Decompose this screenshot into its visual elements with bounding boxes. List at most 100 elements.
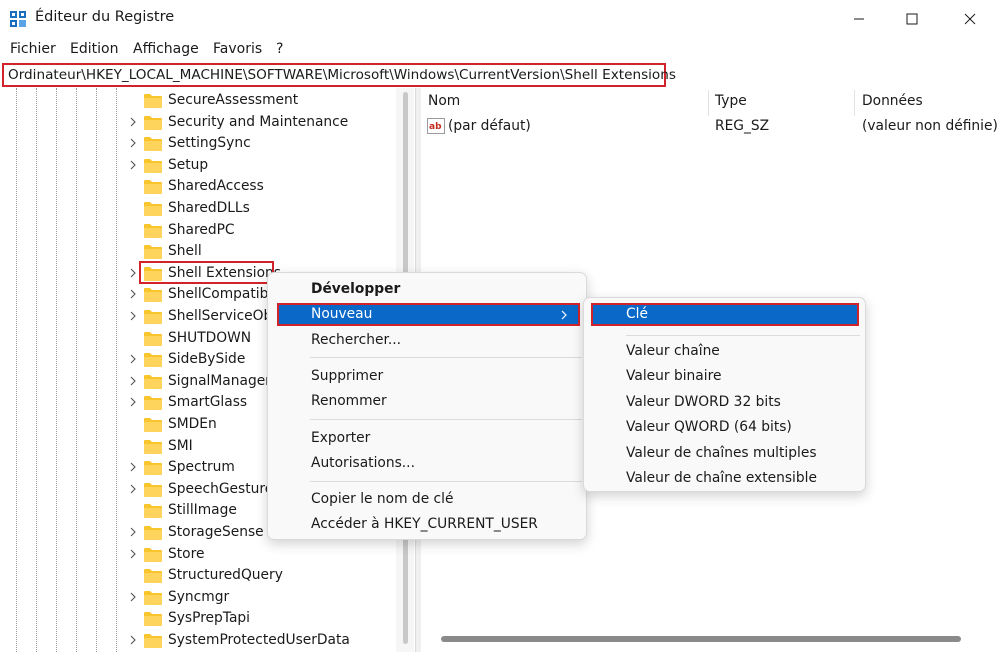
menu-item-valeur-chaines-multiples[interactable]: Valeur de chaînes multiples <box>584 443 865 465</box>
tree-item[interactable]: SharedAccess <box>0 176 395 197</box>
menu-affichage[interactable]: Affichage <box>133 41 199 57</box>
tree-item[interactable]: Shell <box>0 241 395 262</box>
menu-item-supprimer[interactable]: Supprimer <box>268 366 586 388</box>
menu-item-label: Valeur binaire <box>626 368 722 384</box>
menu-help[interactable]: ? <box>276 41 283 57</box>
chevron-right-icon[interactable] <box>128 396 138 408</box>
menu-item-valeur-binaire[interactable]: Valeur binaire <box>584 366 865 388</box>
tree-item-label: StillImage <box>168 502 237 519</box>
maximize-icon <box>906 13 918 25</box>
chevron-right-icon[interactable] <box>128 548 138 560</box>
chevron-right-icon[interactable] <box>128 116 138 128</box>
menu-item-valeur-chaine[interactable]: Valeur chaîne <box>584 341 865 363</box>
list-horizontal-scrollbar[interactable] <box>441 636 961 642</box>
tree-item-label: Security and Maintenance <box>168 113 349 130</box>
address-bar[interactable]: Ordinateur\HKEY_LOCAL_MACHINE\SOFTWARE\M… <box>2 63 676 87</box>
menu-item-cle[interactable]: Clé <box>591 303 859 326</box>
string-value-icon: ab <box>427 118 445 134</box>
menu-bar: Fichier Edition Affichage Favoris ? <box>0 38 1000 62</box>
maximize-button[interactable] <box>886 0 938 38</box>
chevron-right-icon[interactable] <box>128 310 138 322</box>
folder-icon <box>144 137 162 152</box>
tree-item-label: SignalManager <box>168 372 271 389</box>
tree-item-label: SMDEn <box>168 416 217 432</box>
menu-item-valeur-chaine-extensible[interactable]: Valeur de chaîne extensible <box>584 468 865 490</box>
menu-item-rechercher[interactable]: Rechercher... <box>268 330 586 352</box>
column-separator[interactable] <box>854 90 855 116</box>
annotation-box-selected-key <box>139 261 274 284</box>
context-menu: Développer Nouveau Rechercher... Supprim… <box>267 272 587 540</box>
tree-item[interactable]: SharedPC <box>0 220 395 241</box>
menu-item-valeur-dword[interactable]: Valeur DWORD 32 bits <box>584 392 865 414</box>
folder-icon <box>144 374 162 389</box>
tree-item-label: Store <box>168 545 205 562</box>
menu-favoris[interactable]: Favoris <box>213 41 262 57</box>
value-data: (valeur non définie) <box>862 118 998 134</box>
menu-item-nouveau[interactable]: Nouveau <box>277 303 580 326</box>
chevron-right-icon <box>561 310 567 320</box>
tree-item[interactable]: Setup <box>0 155 395 176</box>
chevron-right-icon[interactable] <box>128 483 138 495</box>
menu-item-acceder-hkcu[interactable]: Accéder à HKEY_CURRENT_USER <box>268 514 586 536</box>
chevron-right-icon[interactable] <box>128 634 138 646</box>
chevron-right-icon[interactable] <box>128 353 138 365</box>
svg-text:ab: ab <box>429 122 442 132</box>
column-header-data[interactable]: Données <box>862 93 923 109</box>
menu-fichier[interactable]: Fichier <box>10 41 56 57</box>
folder-icon <box>144 180 162 195</box>
tree-item[interactable]: Security and Maintenance <box>0 112 395 133</box>
chevron-right-icon[interactable] <box>128 375 138 387</box>
folder-icon <box>144 245 162 260</box>
menu-separator <box>310 481 582 482</box>
chevron-right-icon[interactable] <box>128 159 138 171</box>
chevron-right-icon[interactable] <box>128 591 138 603</box>
tree-item[interactable]: SharedDLLs <box>0 198 395 219</box>
regedit-icon <box>10 11 26 27</box>
column-separator[interactable] <box>708 90 709 116</box>
chevron-right-icon[interactable] <box>128 137 138 149</box>
menu-item-developper[interactable]: Développer <box>268 279 586 301</box>
column-header-type[interactable]: Type <box>715 93 747 109</box>
menu-item-valeur-qword[interactable]: Valeur QWORD (64 bits) <box>584 417 865 439</box>
folder-icon <box>144 439 162 454</box>
menu-item-copier-nom-cle[interactable]: Copier le nom de clé <box>268 489 586 511</box>
menu-item-exporter[interactable]: Exporter <box>268 428 586 450</box>
tree-item-label: Spectrum <box>168 459 235 476</box>
folder-icon <box>144 569 162 584</box>
folder-icon <box>144 461 162 476</box>
folder-icon <box>144 223 162 238</box>
tree-item-label: SystemProtectedUserData <box>168 632 350 648</box>
value-name[interactable]: (par défaut) <box>448 118 531 134</box>
menu-item-label: Accéder à HKEY_CURRENT_USER <box>311 516 538 532</box>
menu-separator <box>310 357 582 358</box>
tree-item[interactable]: SysPrepTapi <box>0 608 395 629</box>
tree-item[interactable]: StructuredQuery <box>0 565 395 586</box>
minimize-button[interactable] <box>833 0 885 38</box>
menu-item-renommer[interactable]: Renommer <box>268 391 586 413</box>
tree-item-label: SecureAssessment <box>168 92 299 108</box>
close-button[interactable] <box>944 0 996 38</box>
chevron-right-icon[interactable] <box>128 288 138 300</box>
tree-item-label: SideBySide <box>168 351 246 368</box>
chevron-right-icon[interactable] <box>128 267 138 279</box>
tree-item-label: SysPrepTapi <box>168 610 250 627</box>
tree-item-label: SpeechGestures <box>168 480 281 497</box>
tree-item[interactable]: Syncmgr <box>0 587 395 608</box>
folder-icon <box>144 396 162 411</box>
column-header-name[interactable]: Nom <box>428 93 460 109</box>
tree-item[interactable]: SecureAssessment <box>0 90 395 111</box>
tree-item[interactable]: SystemProtectedUserData <box>0 630 395 651</box>
close-icon <box>964 13 976 25</box>
menu-item-autorisations[interactable]: Autorisations... <box>268 453 586 475</box>
chevron-right-icon[interactable] <box>128 526 138 538</box>
folder-icon <box>144 482 162 497</box>
folder-icon <box>144 310 162 324</box>
tree-item[interactable]: Store <box>0 544 395 565</box>
title-bar: Éditeur du Registre <box>0 0 1000 38</box>
menu-edition[interactable]: Edition <box>70 41 118 57</box>
chevron-right-icon[interactable] <box>128 461 138 473</box>
tree-item[interactable]: SettingSync <box>0 133 395 154</box>
folder-icon <box>144 202 162 216</box>
menu-item-label: Supprimer <box>311 368 384 384</box>
menu-item-label: Valeur de chaînes multiples <box>626 445 817 461</box>
